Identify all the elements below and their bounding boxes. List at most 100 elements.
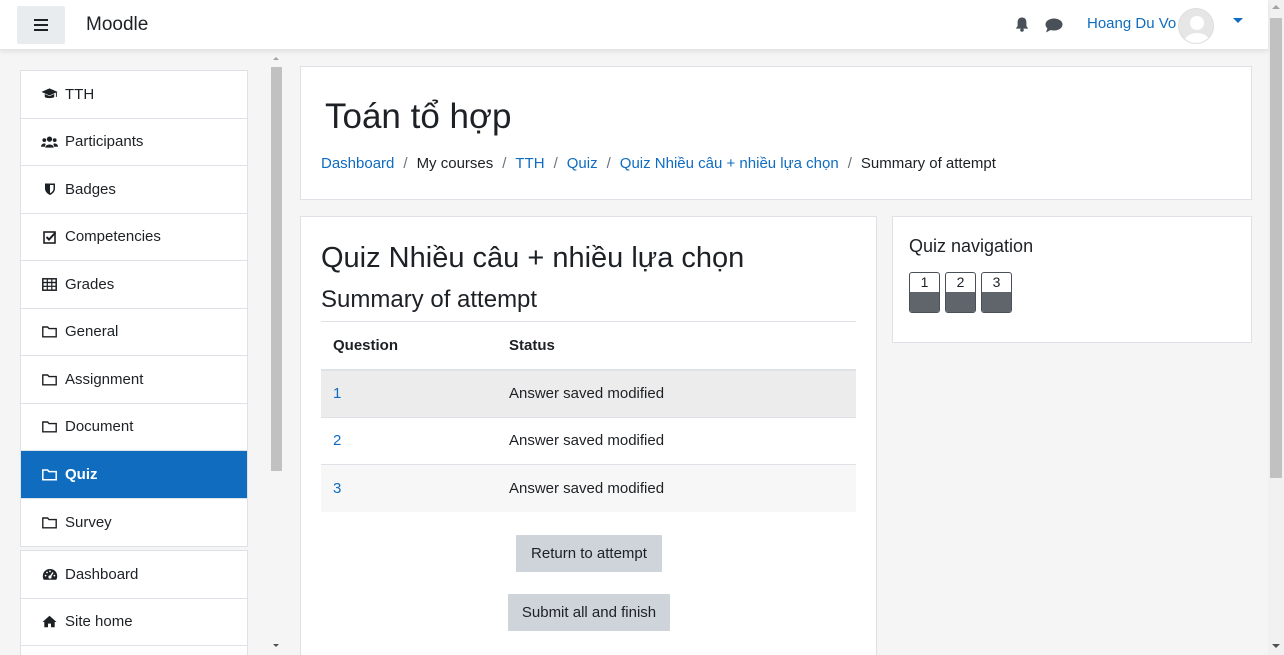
scroll-up-arrow-icon[interactable] bbox=[1272, 5, 1280, 9]
hamburger-icon bbox=[34, 19, 48, 31]
drawer-item-label: TTH bbox=[65, 85, 95, 103]
home-icon bbox=[41, 615, 58, 629]
drawer-item-label: Survey bbox=[65, 513, 112, 531]
question-cell: 2 bbox=[321, 416, 497, 465]
answered-indicator bbox=[982, 292, 1011, 312]
answered-indicator bbox=[910, 292, 939, 312]
column-header-question: Question bbox=[321, 321, 497, 371]
question-cell: 1 bbox=[321, 369, 497, 417]
status-cell: Answer saved modified bbox=[497, 369, 856, 417]
status-cell: Answer saved modified bbox=[497, 416, 856, 465]
quiz-navigation-title: Quiz navigation bbox=[909, 236, 1034, 256]
drawer-item-label: Site home bbox=[65, 613, 133, 631]
drawer-item-site-home[interactable]: Site home bbox=[21, 599, 247, 646]
quiz-title: Quiz Nhiều câu + nhiều lựa chọn bbox=[321, 242, 745, 274]
submit-all-button[interactable]: Submit all and finish bbox=[508, 594, 670, 631]
breadcrumb-separator: / bbox=[553, 155, 558, 172]
breadcrumb-separator: / bbox=[606, 155, 611, 172]
quiz-nav-question-button[interactable]: 1 bbox=[909, 272, 940, 313]
user-menu-caret-icon[interactable] bbox=[1233, 18, 1243, 23]
graduation-cap-icon bbox=[41, 87, 58, 101]
page-scrollbar-thumb[interactable] bbox=[1270, 18, 1282, 478]
drawer-item-label: Document bbox=[65, 418, 134, 436]
question-number: 3 bbox=[992, 274, 1001, 290]
folder-icon bbox=[41, 515, 58, 529]
drawer-item-label: Participants bbox=[65, 133, 144, 151]
table-icon bbox=[41, 277, 58, 291]
drawer-item-tth[interactable]: TTH bbox=[21, 71, 247, 119]
tachometer-icon bbox=[41, 567, 58, 581]
question-number: 2 bbox=[956, 274, 965, 290]
breadcrumb-section[interactable]: Quiz bbox=[567, 155, 598, 172]
check-square-icon bbox=[41, 230, 58, 244]
user-name[interactable]: Hoang Du Vo bbox=[1087, 15, 1176, 32]
drawer-toggle-button[interactable] bbox=[17, 6, 65, 44]
question-link[interactable]: 1 bbox=[333, 385, 341, 402]
drawer-scrollbar-thumb[interactable] bbox=[271, 67, 282, 471]
drawer-item-assignment[interactable]: Assignment bbox=[21, 356, 247, 404]
page-scrollbar[interactable] bbox=[1268, 0, 1284, 655]
answered-indicator bbox=[946, 292, 975, 312]
main-content: Quiz Nhiều câu + nhiều lựa chọn Summary … bbox=[300, 216, 877, 655]
default-user-icon bbox=[1184, 16, 1210, 43]
avatar[interactable] bbox=[1178, 8, 1214, 44]
scroll-up-arrow-icon[interactable] bbox=[273, 57, 279, 60]
drawer-item-document[interactable]: Document bbox=[21, 404, 247, 451]
drawer-item-label: Competencies bbox=[65, 228, 161, 246]
folder-icon bbox=[41, 420, 58, 434]
quiz-navigation-block: Quiz navigation 1 2 3 bbox=[892, 216, 1252, 343]
scroll-down-arrow-icon[interactable] bbox=[273, 644, 279, 647]
return-to-attempt-button[interactable]: Return to attempt bbox=[516, 535, 662, 572]
summary-heading: Summary of attempt bbox=[321, 286, 538, 313]
drawer-item-label: Assignment bbox=[65, 370, 144, 388]
drawer-item-badges[interactable]: Badges bbox=[21, 166, 247, 214]
drawer-item-survey[interactable]: Survey bbox=[21, 499, 247, 547]
column-header-status: Status bbox=[497, 321, 856, 371]
folder-icon bbox=[41, 372, 58, 386]
shield-icon bbox=[41, 182, 58, 196]
scroll-down-arrow-icon[interactable] bbox=[1272, 644, 1280, 648]
table-row: 2 Answer saved modified bbox=[321, 416, 856, 465]
breadcrumb: Dashboard / My courses / TTH / Quiz / Qu… bbox=[321, 155, 996, 172]
site-nav-group: Dashboard Site home bbox=[20, 550, 248, 655]
page-title: Toán tổ hợp bbox=[325, 97, 512, 136]
quiz-nav-question-button[interactable]: 2 bbox=[945, 272, 976, 313]
navbar: Moodle Hoang Du Vo bbox=[0, 0, 1268, 50]
drawer-item-label: Dashboard bbox=[65, 565, 139, 583]
table-header-row: Question Status bbox=[321, 321, 856, 371]
breadcrumb-quiz[interactable]: Quiz Nhiều câu + nhiều lựa chọn bbox=[620, 155, 839, 172]
question-link[interactable]: 3 bbox=[333, 480, 341, 497]
bell-icon[interactable] bbox=[1015, 17, 1029, 32]
drawer-item-label: Grades bbox=[65, 275, 115, 293]
quiz-nav-question-button[interactable]: 3 bbox=[981, 272, 1012, 313]
drawer-item-quiz[interactable]: Quiz bbox=[21, 451, 247, 499]
status-cell: Answer saved modified bbox=[497, 464, 856, 512]
course-nav-group: TTH Participants Badges Competencies Gra… bbox=[20, 70, 248, 547]
drawer-item-label: Badges bbox=[65, 180, 116, 198]
chat-icon[interactable] bbox=[1045, 18, 1063, 33]
drawer-item-label: General bbox=[65, 323, 119, 341]
drawer-item-dashboard[interactable]: Dashboard bbox=[21, 551, 247, 599]
breadcrumb-course[interactable]: TTH bbox=[515, 155, 544, 172]
drawer-item-grades[interactable]: Grades bbox=[21, 261, 247, 309]
site-brand[interactable]: Moodle bbox=[86, 14, 148, 36]
users-icon bbox=[41, 135, 58, 149]
drawer-item-label: Quiz bbox=[65, 465, 98, 483]
breadcrumb-separator: / bbox=[403, 155, 408, 172]
question-link[interactable]: 2 bbox=[333, 432, 341, 449]
drawer-item-partial[interactable] bbox=[21, 646, 247, 655]
drawer-scrollbar[interactable] bbox=[268, 50, 285, 655]
summary-table: Question Status 1 Answer saved modified … bbox=[321, 321, 856, 512]
folder-icon bbox=[41, 325, 58, 339]
drawer-item-participants[interactable]: Participants bbox=[21, 119, 247, 166]
drawer-item-general[interactable]: General bbox=[21, 309, 247, 356]
nav-drawer: TTH Participants Badges Competencies Gra… bbox=[0, 50, 285, 655]
folder-icon bbox=[41, 467, 58, 481]
breadcrumb-separator: / bbox=[847, 155, 852, 172]
breadcrumb-separator: / bbox=[502, 155, 507, 172]
drawer-item-competencies[interactable]: Competencies bbox=[21, 214, 247, 261]
page-header: Toán tổ hợp Dashboard / My courses / TTH… bbox=[300, 66, 1252, 200]
breadcrumb-current: Summary of attempt bbox=[860, 155, 996, 172]
table-row: 3 Answer saved modified bbox=[321, 464, 856, 512]
breadcrumb-dashboard[interactable]: Dashboard bbox=[321, 155, 394, 172]
